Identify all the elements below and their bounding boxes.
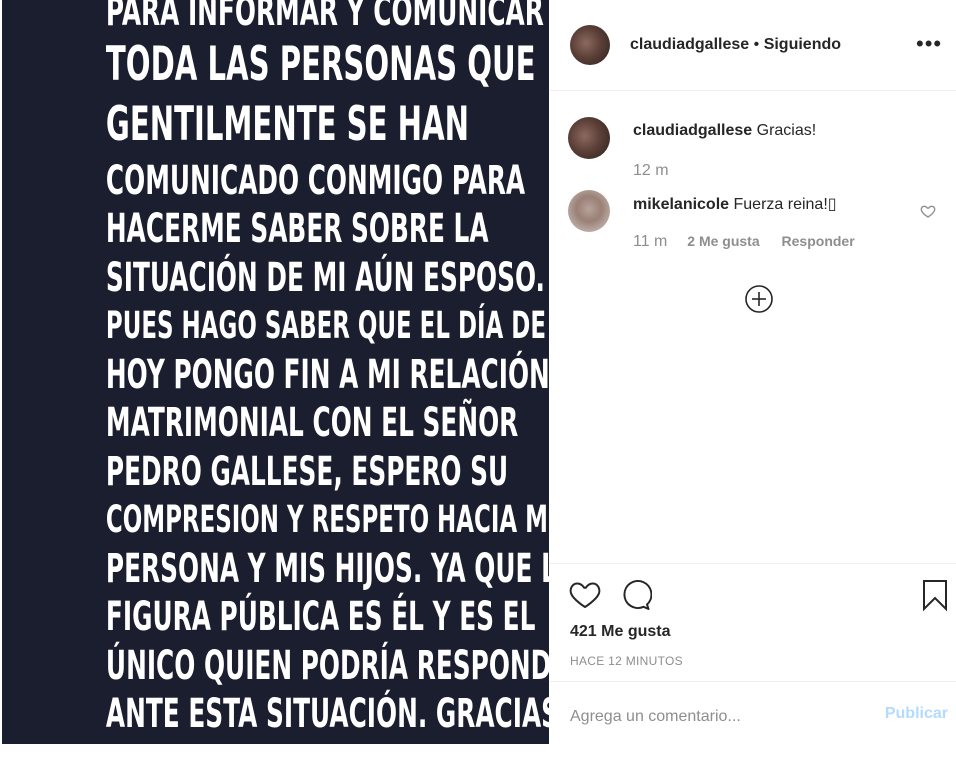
avatar[interactable] — [568, 117, 610, 159]
image-text-line: FIGURA PÚBLICA ES ÉL Y ES EL — [105, 594, 536, 640]
post-side-panel: claudiadgallese • Siguiendo ••• claudiad… — [550, 0, 956, 760]
avatar[interactable] — [570, 25, 610, 65]
comment-username[interactable]: claudiadgallese — [633, 122, 752, 139]
comment-username[interactable]: mikelanicole — [633, 196, 729, 213]
divider — [550, 90, 956, 91]
comment-time[interactable]: 12 m — [633, 162, 669, 179]
comment-time[interactable]: 11 m — [633, 233, 667, 250]
comment-meta: 12 m — [633, 162, 685, 180]
image-text-line: PEDRO GALLESE, ESPERO SU — [105, 448, 509, 495]
publish-button[interactable]: Publicar — [885, 705, 948, 723]
divider — [550, 681, 956, 682]
more-horizontal-icon[interactable]: ••• — [916, 33, 941, 55]
image-text-line: SITUACIÓN DE MI AÚN ESPOSO. — [105, 254, 545, 301]
image-text-line: PUES HAGO SABER QUE EL DÍA DE — [105, 304, 546, 347]
comment-body: Fuerza reina!▯ — [733, 196, 837, 213]
image-text-line: TODA LAS PERSONAS QUE — [105, 36, 536, 92]
separator-dot: • — [753, 36, 760, 53]
image-text-line: MATRIMONIAL CON EL SEÑOR — [105, 400, 519, 446]
avatar[interactable] — [568, 190, 610, 232]
image-text-line: GENTILMENTE SE HAN — [105, 96, 470, 152]
comment-meta: 11 m 2 Me gusta Responder — [633, 233, 873, 251]
image-text-line: COMUNICADO CONMIGO PARA — [105, 157, 526, 204]
image-text-line: ÚNICO QUIEN PODRÍA RESPONDER — [105, 642, 549, 689]
divider — [550, 563, 956, 564]
comment-input[interactable] — [570, 704, 870, 730]
heart-icon[interactable] — [568, 578, 602, 612]
plus-circle-icon[interactable] — [744, 284, 774, 314]
comment-text: claudiadgallese Gracias! — [633, 122, 816, 140]
comment-likes-link[interactable]: 2 Me gusta — [687, 233, 759, 249]
post-actions — [550, 578, 956, 618]
likes-count[interactable]: 421 Me gusta — [570, 623, 670, 641]
reply-button[interactable]: Responder — [782, 233, 855, 249]
post-image-text: PARA INFORMAR Y COMUNICAR A TODA LAS PER… — [105, 0, 549, 739]
comment-text: mikelanicole Fuerza reina!▯ — [633, 194, 837, 214]
image-text-line: PARA INFORMAR Y COMUNICAR A — [105, 0, 549, 35]
heart-icon[interactable] — [920, 203, 936, 219]
comment-icon[interactable] — [618, 578, 652, 612]
following-button[interactable]: Siguiendo — [764, 36, 841, 53]
image-text-line: HACERME SABER SOBRE LA — [105, 206, 489, 252]
image-text-line: HOY PONGO FIN A MI RELACIÓN — [105, 351, 549, 398]
bookmark-icon[interactable] — [918, 578, 952, 612]
image-text-line: PERSONA Y MIS HIJOS. YA QUE LA — [105, 545, 549, 592]
post-image: PARA INFORMAR Y COMUNICAR A TODA LAS PER… — [2, 0, 549, 744]
image-text-line: COMPRESION Y RESPETO HACIA MI — [105, 498, 549, 541]
image-text-line: ANTE ESTA SITUACIÓN. GRACIAS! — [105, 691, 549, 737]
post-header: claudiadgallese • Siguiendo — [630, 36, 841, 54]
comment-body: Gracias! — [756, 122, 817, 139]
header-username[interactable]: claudiadgallese — [630, 36, 749, 53]
post-timestamp[interactable]: HACE 12 MINUTOS — [570, 654, 683, 668]
